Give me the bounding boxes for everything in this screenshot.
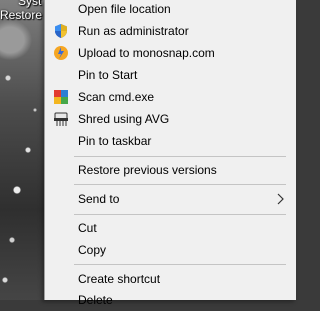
- uac-shield-icon: [55, 24, 67, 38]
- menu-separator: [74, 264, 286, 265]
- menu-item-pin-to-start[interactable]: Pin to Start: [45, 64, 296, 86]
- menu-item-label: Run as administrator: [78, 24, 189, 38]
- menu-item-label: Shred using AVG: [78, 112, 170, 126]
- menu-item-delete[interactable]: Delete: [45, 289, 296, 311]
- menu-item-label: Open file location: [78, 2, 171, 16]
- menu-item-upload-monosnap[interactable]: Upload to monosnap.com: [45, 42, 296, 64]
- monosnap-icon: [54, 46, 68, 60]
- menu-item-label: Delete: [78, 293, 113, 307]
- menu-item-scan-cmd[interactable]: Scan cmd.exe: [45, 86, 296, 108]
- menu-item-send-to[interactable]: Send to: [45, 188, 296, 210]
- menu-separator: [74, 156, 286, 157]
- menu-item-shred-avg[interactable]: Shred using AVG: [45, 108, 296, 130]
- avg-icon: [54, 90, 68, 104]
- shredder-icon: [54, 112, 68, 126]
- menu-item-restore-previous-versions[interactable]: Restore previous versions: [45, 159, 296, 181]
- menu-item-open-file-location[interactable]: Open file location: [45, 0, 296, 20]
- menu-item-label: Pin to Start: [78, 68, 138, 82]
- menu-item-label: Scan cmd.exe: [78, 90, 155, 104]
- menu-item-label: Copy: [78, 243, 107, 257]
- menu-item-pin-to-taskbar[interactable]: Pin to taskbar: [45, 130, 296, 152]
- desktop-icon-label-line2: Restore: [0, 8, 43, 22]
- desktop-icon-label-line1: Syst: [18, 0, 42, 8]
- chevron-right-icon: [277, 193, 284, 205]
- menu-item-label: Upload to monosnap.com: [78, 46, 215, 60]
- menu-item-label: Restore previous versions: [78, 163, 217, 177]
- menu-item-cut[interactable]: Cut: [45, 217, 296, 239]
- menu-item-label: Create shortcut: [78, 272, 161, 286]
- menu-item-label: Pin to taskbar: [78, 134, 152, 148]
- menu-item-run-as-administrator[interactable]: Run as administrator: [45, 20, 296, 42]
- context-menu: Open file location Run as administrator …: [44, 0, 296, 307]
- menu-separator: [74, 184, 286, 185]
- menu-item-label: Send to: [78, 192, 120, 206]
- menu-item-label: Cut: [78, 221, 97, 235]
- desktop-icon-system-restore[interactable]: Syst Restore: [0, 0, 44, 22]
- menu-item-create-shortcut[interactable]: Create shortcut: [45, 268, 296, 290]
- menu-item-copy[interactable]: Copy: [45, 239, 296, 261]
- menu-separator: [74, 214, 286, 215]
